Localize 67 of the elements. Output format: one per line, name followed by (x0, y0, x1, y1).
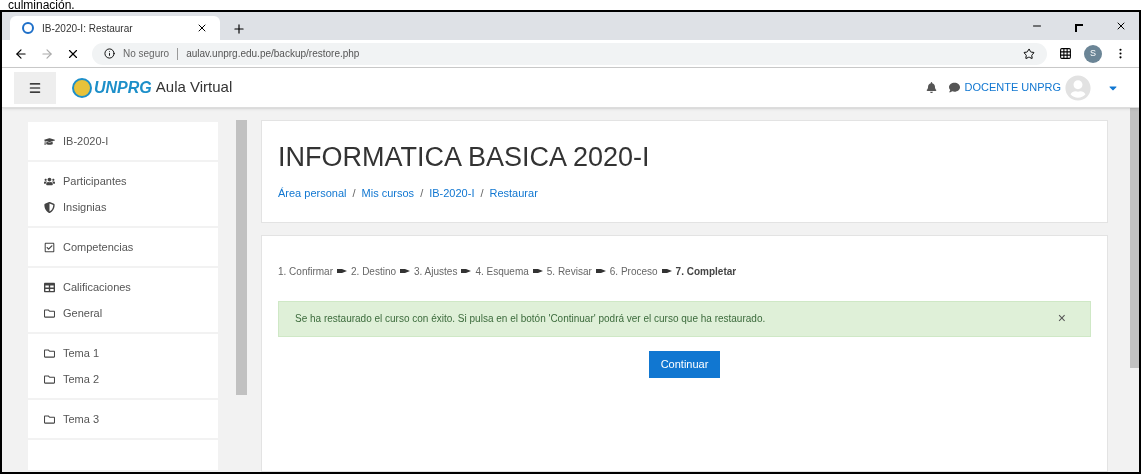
caption-text: culminación. (7, 0, 76, 10)
tab-title: IB-2020-I: Restaurar (42, 21, 134, 36)
step-label: 4. Esquema (475, 264, 529, 279)
check-icon (44, 241, 55, 253)
flag-icon (337, 268, 347, 274)
security-label: No seguro (123, 47, 170, 61)
site-name[interactable]: Aula Virtual (155, 76, 233, 99)
course-icon (44, 135, 55, 147)
continue-button[interactable]: Continuar (648, 350, 721, 378)
user-name[interactable]: DOCENTE UNPRG (964, 79, 1061, 96)
close-icon[interactable] (196, 22, 208, 34)
breadcrumb-separator: / (480, 186, 484, 201)
nav-item[interactable]: Tema 3 (28, 406, 218, 432)
flag-icon (661, 268, 672, 274)
grid-icon[interactable] (1059, 47, 1072, 60)
breadcrumb-link[interactable]: Mis cursos (361, 185, 415, 202)
step-label: 2. Destino (351, 264, 397, 279)
folder-icon (44, 307, 55, 319)
step-label: 3. Ajustes (414, 264, 458, 279)
breadcrumb-link[interactable]: Área personal (278, 185, 347, 202)
nav-item[interactable]: Insignias (28, 194, 218, 220)
folder-icon (44, 373, 55, 385)
folder-icon (44, 413, 55, 425)
flag-icon (595, 268, 606, 274)
back-icon[interactable] (14, 46, 28, 61)
course-title: INFORMATICA BASICA 2020-I (278, 141, 651, 173)
browser-tab[interactable]: IB-2020-I: Restaurar (10, 16, 220, 40)
page-scrollbar[interactable] (1130, 108, 1139, 368)
breadcrumb-separator: / (420, 186, 424, 201)
flag-icon (461, 268, 472, 274)
site-favicon-icon (22, 22, 34, 34)
alert-message: Se ha restaurado el curso con éxito. Si pulsa en el botón 'Continuar' podrá ver el curso que ha restaurado. (295, 312, 767, 326)
profile-avatar[interactable]: S (1084, 44, 1102, 63)
bookmark-star-icon[interactable] (1023, 47, 1035, 60)
chat-icon[interactable] (949, 82, 961, 93)
restore-icon[interactable] (1075, 24, 1083, 32)
nav-item[interactable]: Tema 1 (28, 340, 218, 366)
breadcrumb-link[interactable]: Restaurar (489, 185, 538, 202)
nav-item[interactable]: Competencias (28, 234, 218, 260)
breadcrumb-link[interactable]: IB-2020-I (429, 185, 475, 202)
flag-icon (400, 268, 411, 274)
nav-item[interactable]: Tema 2 (28, 366, 218, 392)
table-icon (44, 281, 55, 293)
close-button[interactable]: × (1057, 308, 1066, 329)
sidebar-scrollbar[interactable] (236, 120, 247, 395)
address-bar[interactable]: No seguro aulav.unprg.edu.pe/backup/restore.php (92, 42, 1047, 65)
new-tab-icon[interactable] (232, 22, 246, 36)
menu-icon (28, 80, 42, 95)
close-window-icon[interactable] (1115, 20, 1127, 32)
badge-icon (44, 201, 55, 213)
nav-item[interactable]: General (28, 300, 218, 326)
nav-item[interactable]: Participantes (28, 168, 218, 194)
step-label: 1. Confirmar (278, 264, 333, 279)
breadcrumb-separator: / (352, 186, 356, 201)
menu-toggle-button[interactable] (14, 71, 56, 104)
step-label: 6. Proceso (609, 264, 658, 279)
bell-icon[interactable] (926, 82, 938, 93)
info-icon (104, 48, 115, 59)
nav-item[interactable]: Calificaciones (28, 274, 218, 300)
step-label: 5. Revisar (546, 264, 592, 279)
flag-icon (532, 268, 543, 274)
step-label: 7. Completar (675, 264, 737, 279)
folder-icon (44, 347, 55, 359)
unprg-logo: UNPRG (72, 75, 152, 100)
users-icon (44, 175, 55, 187)
url-text: aulav.unprg.edu.pe/backup/restore.php (186, 47, 361, 61)
nav-item[interactable]: IB-2020-I (28, 128, 218, 154)
